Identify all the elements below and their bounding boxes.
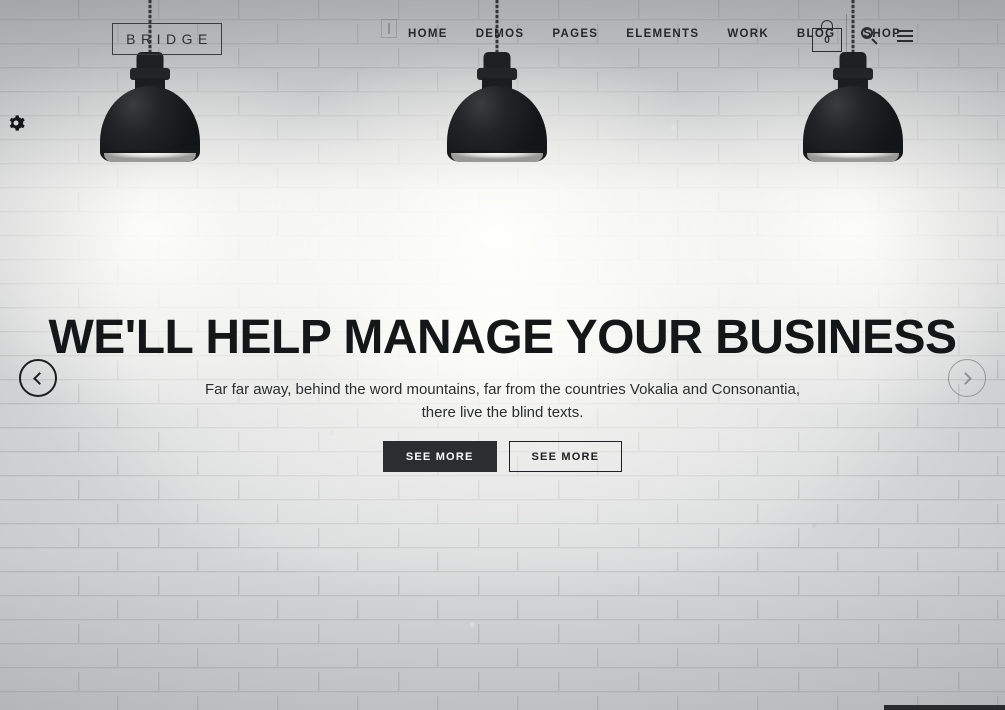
search-ring (861, 27, 873, 39)
site-header: BRIDGE HOME DEMOS PAGES ELEMENTS WORK BL… (0, 0, 1005, 76)
site-logo[interactable]: BRIDGE (112, 23, 222, 55)
burger-line (897, 35, 913, 37)
chevron-right-icon (959, 371, 972, 385)
page-title: WE'LL HELP MANAGE YOUR BUSINESS (48, 311, 957, 364)
bottom-edge-bar (884, 705, 1005, 710)
nav-item-demos[interactable]: DEMOS (462, 28, 539, 40)
chevron-left-icon (33, 371, 46, 385)
hero-subtitle-line-2: there live the blind texts. (421, 404, 584, 422)
slider-next-button[interactable] (948, 359, 986, 397)
slider-prev-button[interactable] (19, 359, 57, 397)
shopping-bag-icon[interactable]: 0 (812, 20, 842, 52)
see-more-primary-button[interactable]: SEE MORE (382, 441, 497, 472)
nav-item-elements[interactable]: ELEMENTS (612, 28, 713, 40)
nav-item-work[interactable]: WORK (713, 28, 783, 40)
search-handle (871, 38, 878, 45)
nav-item-pages[interactable]: PAGES (538, 28, 612, 40)
search-icon[interactable] (861, 27, 879, 45)
burger-line (897, 40, 913, 42)
placeholder-box-icon (381, 19, 397, 38)
hero-slide: WE'LL HELP MANAGE YOUR BUSINESS Far far … (0, 0, 1005, 710)
burger-line (897, 30, 913, 32)
nav-item-home[interactable]: HOME (408, 28, 462, 40)
hero-subtitle-line-1: Far far away, behind the word mountains,… (204, 381, 801, 398)
hero-subtitle: Far far away, behind the word mountains,… (0, 378, 1005, 425)
gear-icon[interactable] (7, 114, 25, 132)
header-icon-group: 0 (812, 20, 913, 52)
page-stage: BRIDGE HOME DEMOS PAGES ELEMENTS WORK BL… (0, 0, 1005, 710)
see-more-secondary-button[interactable]: SEE MORE (508, 441, 623, 472)
hamburger-menu-icon[interactable] (897, 30, 913, 42)
header-divider (846, 14, 847, 58)
cart-count: 0 (824, 34, 830, 46)
hero-button-group: SEE MORE SEE MORE (0, 441, 1005, 472)
